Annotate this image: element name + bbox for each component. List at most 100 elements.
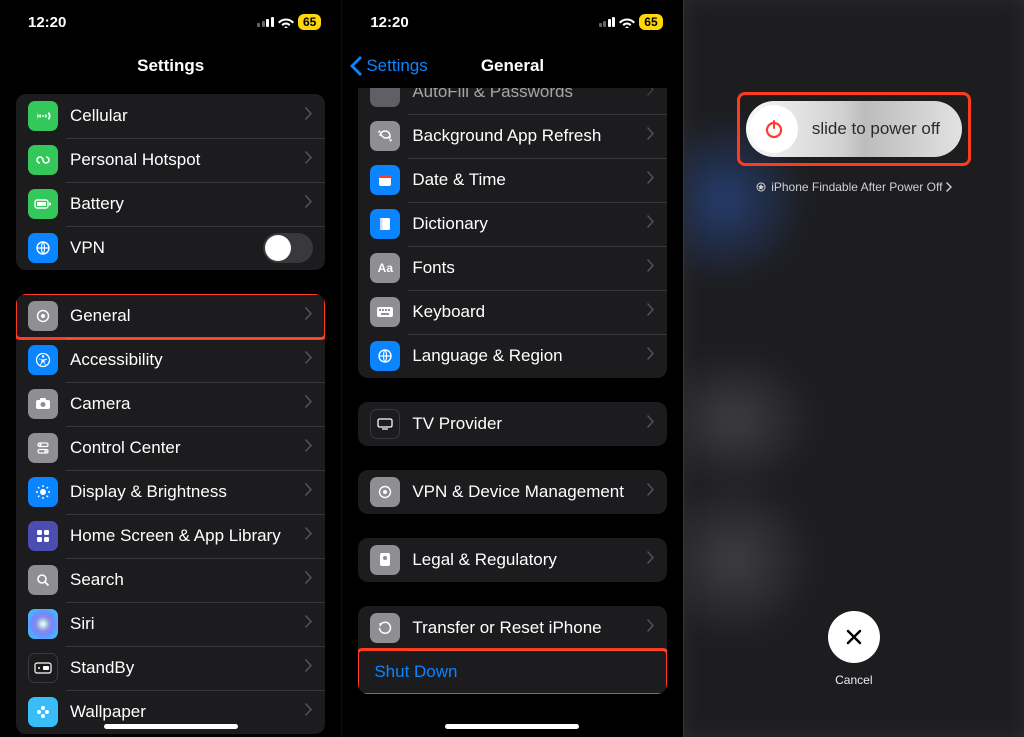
row-general[interactable]: General <box>16 294 325 338</box>
chevron-right-icon <box>305 307 313 325</box>
row-vpn-device-mgmt[interactable]: VPN & Device Management <box>358 470 666 514</box>
chevron-right-icon <box>647 171 655 189</box>
power-slider-label: slide to power off <box>812 119 940 139</box>
row-home-screen[interactable]: Home Screen & App Library <box>16 514 325 558</box>
general-group-reset: Transfer or Reset iPhone Shut Down <box>358 606 666 694</box>
reset-icon <box>370 613 400 643</box>
row-label: General <box>70 306 305 326</box>
slide-to-power-off[interactable]: slide to power off <box>746 101 962 157</box>
fonts-icon: Aa <box>370 253 400 283</box>
status-bar: 12:20 65 <box>342 0 682 44</box>
row-fonts[interactable]: Aa Fonts <box>358 246 666 290</box>
row-label: Battery <box>70 194 305 214</box>
chevron-right-icon <box>305 703 313 721</box>
row-keyboard[interactable]: Keyboard <box>358 290 666 334</box>
row-label: Control Center <box>70 438 305 458</box>
row-legal-regulatory[interactable]: Legal & Regulatory <box>358 538 666 582</box>
status-indicators: 65 <box>599 14 663 30</box>
wifi-icon <box>278 16 294 28</box>
row-battery[interactable]: Battery <box>16 182 325 226</box>
row-display-brightness[interactable]: Display & Brightness <box>16 470 325 514</box>
row-personal-hotspot[interactable]: Personal Hotspot <box>16 138 325 182</box>
settings-list[interactable]: Cellular Personal Hotspot Battery VPN <box>0 88 341 737</box>
chevron-right-icon <box>305 483 313 501</box>
siri-icon <box>28 609 58 639</box>
row-standby[interactable]: StandBy <box>16 646 325 690</box>
row-label: Accessibility <box>70 350 305 370</box>
cancel-label: Cancel <box>828 673 880 687</box>
vpn-toggle[interactable] <box>263 233 313 263</box>
row-background-refresh[interactable]: Background App Refresh <box>358 114 666 158</box>
chevron-right-icon <box>305 659 313 677</box>
general-group-vpn: VPN & Device Management <box>358 470 666 514</box>
row-cellular[interactable]: Cellular <box>16 94 325 138</box>
home-indicator[interactable] <box>104 724 238 729</box>
back-button[interactable]: Settings <box>350 56 427 76</box>
chevron-right-icon <box>305 107 313 125</box>
chevron-right-icon <box>647 259 655 277</box>
row-accessibility[interactable]: Accessibility <box>16 338 325 382</box>
flower-icon <box>28 697 58 727</box>
row-label: Camera <box>70 394 305 414</box>
chevron-right-icon <box>647 483 655 501</box>
status-time: 12:20 <box>28 14 66 31</box>
signal-icon <box>599 17 616 27</box>
keyboard-icon <box>370 297 400 327</box>
row-label: Fonts <box>412 258 646 278</box>
row-vpn[interactable]: VPN <box>16 226 325 270</box>
row-label: Siri <box>70 614 305 634</box>
findable-after-poweroff[interactable]: iPhone Findable After Power Off <box>737 180 971 194</box>
power-slider-highlight: slide to power off <box>737 92 971 166</box>
row-label: Background App Refresh <box>412 126 646 146</box>
chevron-right-icon <box>647 303 655 321</box>
page-title: Settings <box>137 56 204 76</box>
row-siri[interactable]: Siri <box>16 602 325 646</box>
battery-indicator: 65 <box>298 14 321 30</box>
cert-icon <box>370 545 400 575</box>
general-list[interactable]: AutoFill & Passwords Background App Refr… <box>342 88 682 737</box>
row-transfer-reset[interactable]: Transfer or Reset iPhone <box>358 606 666 650</box>
standby-icon <box>28 653 58 683</box>
chevron-right-icon <box>647 215 655 233</box>
gear-icon <box>28 301 58 331</box>
chevron-right-icon <box>647 551 655 569</box>
settings-root-panel: 12:20 65 Settings Cellular Personal Hots… <box>0 0 341 737</box>
page-title: General <box>481 56 544 76</box>
gear-icon <box>370 477 400 507</box>
row-control-center[interactable]: Control Center <box>16 426 325 470</box>
switches-icon <box>28 433 58 463</box>
row-label: Transfer or Reset iPhone <box>412 618 646 638</box>
nav-bar: Settings General <box>342 44 682 88</box>
settings-group-device: General Accessibility Camera Control Cen… <box>16 294 325 734</box>
row-language-region[interactable]: Language & Region <box>358 334 666 378</box>
find-my-icon <box>755 181 767 193</box>
row-shut-down[interactable]: Shut Down <box>358 650 666 694</box>
power-off-panel: slide to power off iPhone Findable After… <box>683 0 1024 737</box>
row-date-time[interactable]: Date & Time <box>358 158 666 202</box>
general-group-a: AutoFill & Passwords Background App Refr… <box>358 88 666 378</box>
row-label: StandBy <box>70 658 305 678</box>
row-autofill-passwords[interactable]: AutoFill & Passwords <box>358 88 666 114</box>
cancel-button[interactable] <box>828 611 880 663</box>
row-search[interactable]: Search <box>16 558 325 602</box>
chevron-right-icon <box>647 88 655 101</box>
row-label: Date & Time <box>412 170 646 190</box>
row-tv-provider[interactable]: TV Provider <box>358 402 666 446</box>
globe-icon <box>28 233 58 263</box>
key-icon <box>370 88 400 107</box>
home-indicator[interactable] <box>445 724 579 729</box>
power-slider-container: slide to power off iPhone Findable After… <box>737 92 971 194</box>
accessibility-icon <box>28 345 58 375</box>
calendar-icon <box>370 165 400 195</box>
search-icon <box>28 565 58 595</box>
cancel-container: Cancel <box>828 611 880 687</box>
chevron-right-icon <box>305 439 313 457</box>
power-knob[interactable] <box>750 105 798 153</box>
hotspot-icon <box>28 145 58 175</box>
row-label: Language & Region <box>412 346 646 366</box>
signal-icon <box>257 17 274 27</box>
globe-icon <box>370 341 400 371</box>
row-dictionary[interactable]: Dictionary <box>358 202 666 246</box>
row-camera[interactable]: Camera <box>16 382 325 426</box>
chevron-right-icon <box>647 347 655 365</box>
